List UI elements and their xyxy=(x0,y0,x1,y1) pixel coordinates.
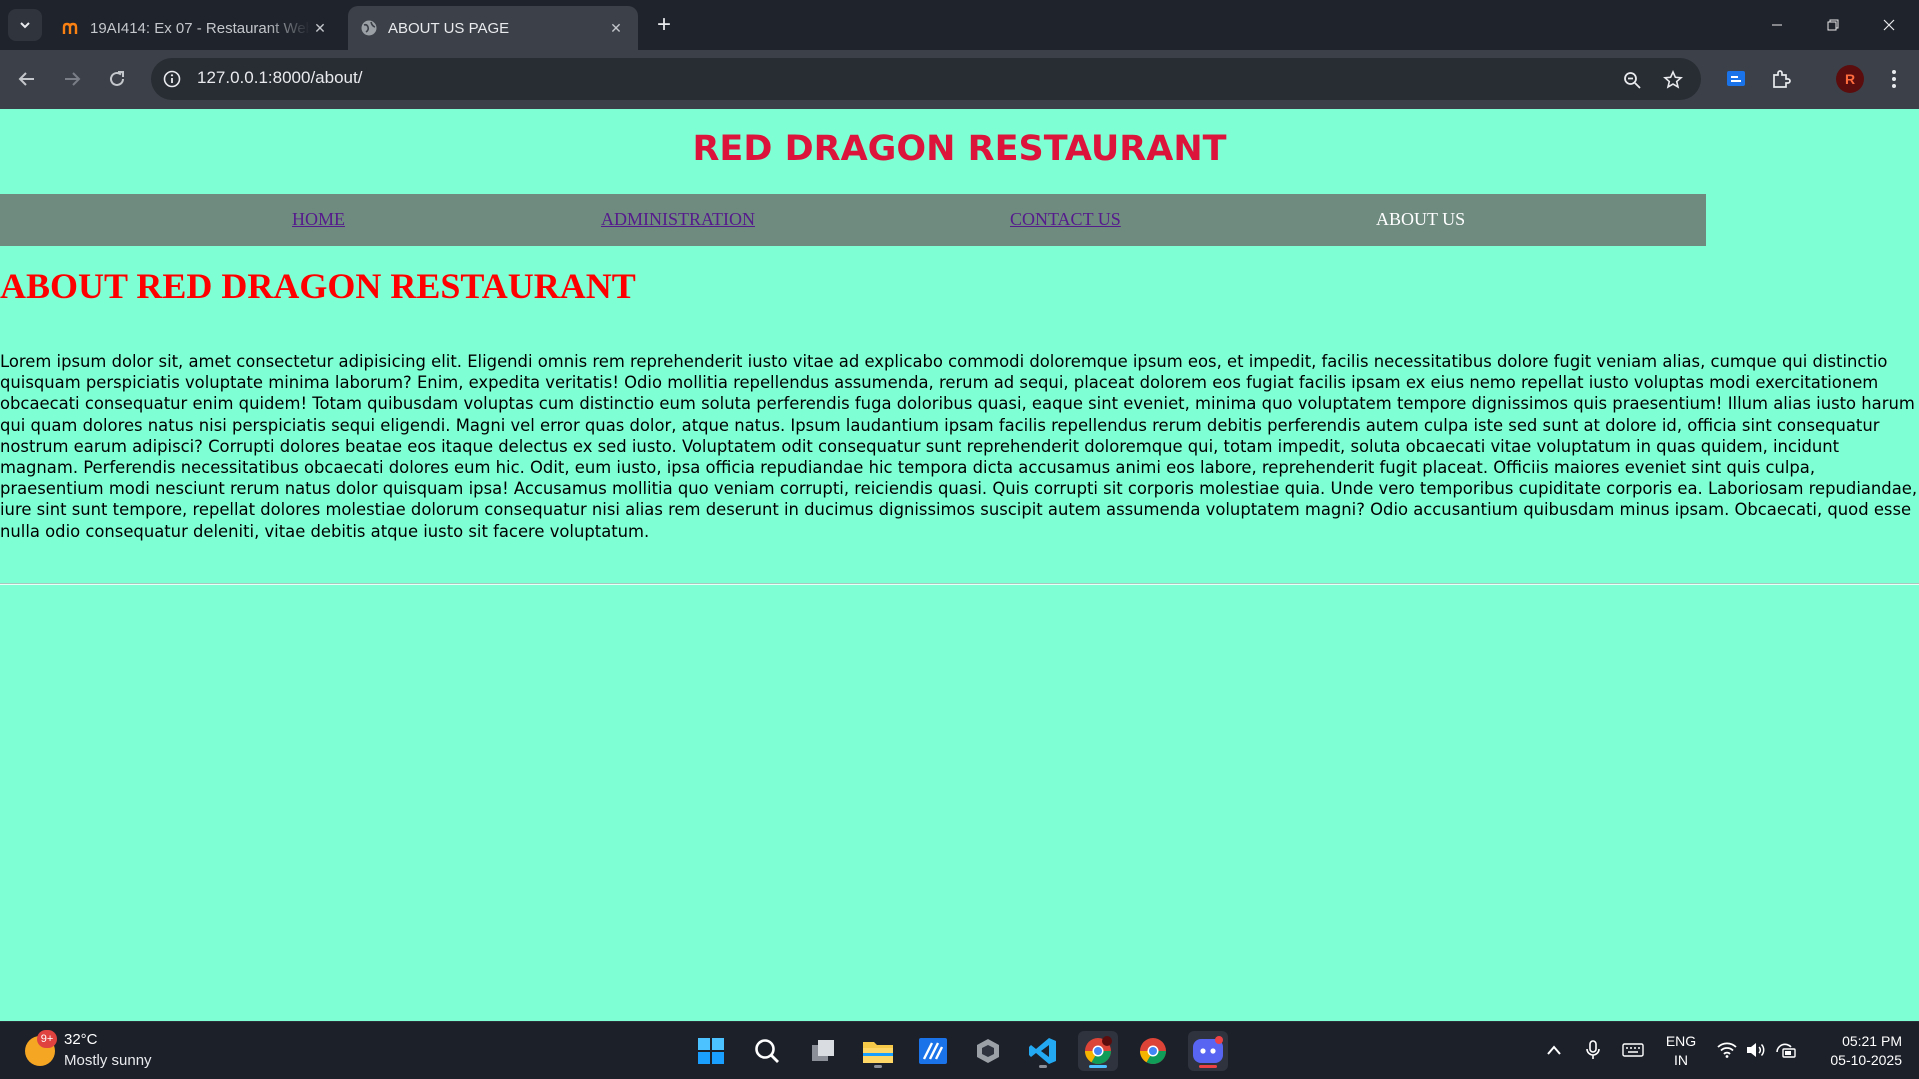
url-text[interactable]: 127.0.0.1:8000/about/ xyxy=(197,68,362,88)
language-code: ENG xyxy=(1665,1033,1697,1049)
back-arrow-icon xyxy=(18,72,34,86)
microphone-icon[interactable] xyxy=(1582,1039,1604,1061)
weather-temperature: 32°C xyxy=(64,1031,98,1048)
close-window-button[interactable] xyxy=(1861,0,1917,50)
close-icon xyxy=(1883,19,1895,31)
nav-link-contact-us[interactable]: CONTACT US xyxy=(1010,209,1121,230)
tab-search-button[interactable] xyxy=(8,9,42,41)
minimize-icon xyxy=(1772,24,1782,26)
zoom-icon[interactable] xyxy=(1620,68,1644,92)
unity-icon[interactable] xyxy=(968,1031,1008,1071)
tab-title: 19AI414: Ex 07 - Restaurant Website xyxy=(90,19,310,37)
globe-icon xyxy=(360,19,378,37)
forward-arrow-icon xyxy=(65,72,81,86)
vscode-icon[interactable] xyxy=(1023,1031,1063,1071)
tab-title: ABOUT US PAGE xyxy=(388,19,510,37)
tab-restaurant-website[interactable]: 19AI414: Ex 07 - Restaurant Website ✕ xyxy=(50,6,342,50)
extensions-puzzle-icon[interactable] xyxy=(1767,65,1795,93)
restore-button[interactable] xyxy=(1805,0,1861,50)
clock-date: 05-10-2025 xyxy=(1830,1052,1902,1068)
address-bar[interactable]: 127.0.0.1:8000/about/ xyxy=(151,58,1701,100)
close-tab-icon[interactable]: ✕ xyxy=(606,18,626,38)
moodle-icon xyxy=(62,19,80,37)
chrome-icon[interactable] xyxy=(1133,1031,1173,1071)
battery-sync-icon[interactable] xyxy=(1775,1039,1797,1061)
input-language[interactable]: ENG IN xyxy=(1662,1032,1700,1070)
tab-bar: 19AI414: Ex 07 - Restaurant Website ✕ AB… xyxy=(0,0,1919,50)
running-indicator xyxy=(874,1065,882,1068)
region-code: IN xyxy=(1674,1052,1688,1068)
menu-kebab-icon[interactable] xyxy=(1880,65,1908,93)
clock-time: 05:21 PM xyxy=(1842,1033,1902,1049)
about-heading: ABOUT RED DRAGON RESTAURANT xyxy=(0,266,636,306)
chrome-icon[interactable] xyxy=(1078,1031,1118,1071)
browser-chrome: 19AI414: Ex 07 - Restaurant Website ✕ AB… xyxy=(0,0,1919,109)
running-indicator xyxy=(1039,1065,1047,1068)
horizontal-rule xyxy=(0,583,1919,585)
system-clock[interactable]: 05:21 PM 05-10-2025 xyxy=(1812,1032,1902,1070)
windows-taskbar: 9+ 32°C Mostly sunny ENG IN 05:21 PM 05-… xyxy=(0,1021,1919,1079)
new-tab-button[interactable]: + xyxy=(650,11,678,39)
forward-button[interactable] xyxy=(56,63,88,95)
bookmark-star-icon[interactable] xyxy=(1661,68,1685,92)
active-indicator xyxy=(1199,1065,1217,1068)
nav-link-about-us[interactable]: ABOUT US xyxy=(1376,209,1465,230)
browser-toolbar: 127.0.0.1:8000/about/ R xyxy=(0,50,1919,109)
reload-icon xyxy=(110,71,124,86)
chevron-down-icon xyxy=(20,22,30,29)
site-title: RED DRAGON RESTAURANT xyxy=(692,129,1227,169)
notification-badge: 9+ xyxy=(37,1030,57,1048)
active-indicator xyxy=(1089,1065,1107,1068)
restore-icon xyxy=(1827,19,1839,31)
web-page: RED DRAGON RESTAURANT HOME ADMINISTRATIO… xyxy=(0,109,1919,1021)
file-explorer-icon[interactable] xyxy=(858,1031,898,1071)
site-navbar: HOME ADMINISTRATION CONTACT US ABOUT US xyxy=(0,194,1706,246)
discord-icon[interactable] xyxy=(1188,1031,1228,1071)
windows-start-icon[interactable] xyxy=(691,1031,731,1071)
back-button[interactable] xyxy=(11,63,43,95)
profile-avatar[interactable]: R xyxy=(1836,65,1864,93)
volume-icon[interactable] xyxy=(1745,1039,1767,1061)
keyboard-icon[interactable] xyxy=(1622,1039,1644,1061)
tab-about-us[interactable]: ABOUT US PAGE ✕ xyxy=(348,6,638,50)
site-info-icon[interactable] xyxy=(161,68,183,90)
minimize-button[interactable] xyxy=(1749,0,1805,50)
close-tab-icon[interactable]: ✕ xyxy=(310,18,330,38)
extension-cast-icon[interactable] xyxy=(1722,65,1750,93)
nav-link-administration[interactable]: ADMINISTRATION xyxy=(601,209,755,230)
azure-data-studio-icon[interactable] xyxy=(913,1031,953,1071)
wifi-icon[interactable] xyxy=(1716,1039,1738,1061)
search-icon[interactable] xyxy=(747,1031,787,1071)
about-paragraph: Lorem ipsum dolor sit, amet consectetur … xyxy=(0,352,1918,541)
weather-condition: Mostly sunny xyxy=(64,1052,152,1069)
chevron-up-icon[interactable] xyxy=(1543,1039,1565,1061)
reload-button[interactable] xyxy=(101,63,133,95)
task-view-icon[interactable] xyxy=(803,1031,843,1071)
nav-link-home[interactable]: HOME xyxy=(292,209,345,230)
